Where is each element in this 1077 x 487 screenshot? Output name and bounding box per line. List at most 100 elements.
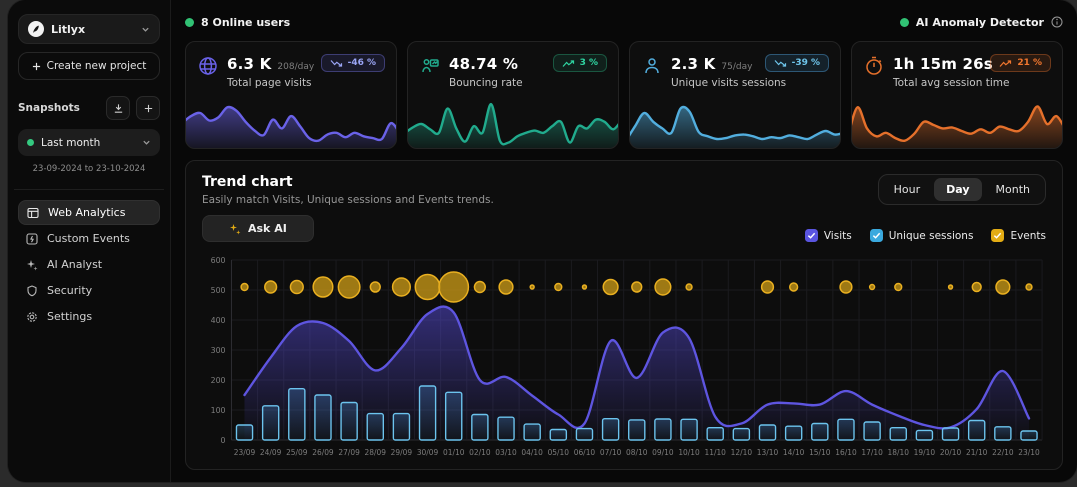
ask-ai-button[interactable]: Ask AI (202, 215, 314, 242)
sidebar-item-settings[interactable]: Settings (18, 304, 160, 329)
events-bubble (603, 280, 618, 295)
online-users-status: 8 Online users (185, 16, 290, 29)
custom-events-icon (26, 233, 38, 245)
events-bubble (972, 283, 981, 292)
x-tick-label: 29/09 (391, 448, 413, 457)
tab-month[interactable]: Month (984, 178, 1042, 201)
trending-up-icon (999, 59, 1012, 68)
web-analytics-icon (27, 207, 39, 219)
snapshot-download-button[interactable] (106, 96, 130, 120)
unique-sessions-bar (838, 419, 854, 440)
unique-sessions-bar (786, 426, 802, 440)
sidebar-item-custom-events[interactable]: Custom Events (18, 226, 160, 251)
x-tick-label: 28/09 (365, 448, 387, 457)
legend-unique-sessions[interactable]: Unique sessions (870, 229, 974, 242)
unique-sessions-bar (916, 430, 932, 440)
check-icon (807, 231, 816, 240)
x-tick-label: 03/10 (495, 448, 517, 457)
unique-sessions-bar (943, 428, 959, 440)
x-tick-label: 19/10 (914, 448, 936, 457)
anomaly-status-dot (900, 18, 909, 27)
sidebar: Litlyx Create new project Snapshots Last… (8, 0, 171, 482)
x-tick-label: 22/10 (992, 448, 1014, 457)
stat-card-total-page-visits: 6.3 K 208/day Total page visits -46 % (185, 41, 397, 149)
online-status-dot (185, 18, 194, 27)
stat-card-avg-session-time: 1h 15m 26s Total avg session time 21 % (851, 41, 1063, 149)
x-tick-label: 06/10 (574, 448, 596, 457)
plus-icon (143, 103, 154, 114)
stat-value: 2.3 K (671, 55, 715, 73)
x-tick-label: 17/10 (861, 448, 883, 457)
unique-sessions-bar (446, 392, 462, 440)
x-tick-label: 18/10 (888, 448, 910, 457)
checkbox-events[interactable] (991, 229, 1004, 242)
unique-sessions-bar (289, 389, 305, 440)
unique-sessions-bar (969, 421, 985, 441)
create-new-project-button[interactable]: Create new project (18, 52, 160, 80)
events-bubble (895, 284, 902, 291)
topbar: 8 Online users AI Anomaly Detector (185, 10, 1063, 34)
events-bubble (996, 280, 1010, 294)
unique-sessions-bar (420, 386, 436, 440)
x-tick-label: 04/10 (521, 448, 543, 457)
checkbox-visits[interactable] (805, 229, 818, 242)
legend-events[interactable]: Events (991, 229, 1046, 242)
events-bubble (290, 281, 303, 294)
unique-sessions-bar (655, 419, 671, 440)
sidebar-item-web-analytics[interactable]: Web Analytics (18, 200, 160, 225)
events-bubble (655, 279, 671, 295)
sidebar-item-security[interactable]: Security (18, 278, 160, 303)
unique-sessions-bar (629, 420, 645, 440)
unique-sessions-bar (812, 424, 828, 441)
unique-sessions-bar (550, 430, 566, 441)
x-tick-label: 05/10 (548, 448, 570, 457)
events-bubble (870, 285, 875, 290)
events-bubble (949, 285, 953, 289)
litlyx-logo-icon (28, 21, 44, 37)
trending-down-icon (774, 59, 787, 68)
download-icon (113, 103, 124, 114)
y-tick-label: 300 (211, 346, 226, 355)
unique-sessions-bar (759, 425, 775, 440)
info-icon[interactable] (1051, 16, 1063, 28)
events-bubble (555, 284, 562, 291)
stat-value: 1h 15m 26s (893, 55, 993, 73)
chevron-down-icon (141, 25, 150, 34)
events-bubble (1026, 284, 1032, 290)
unique-sessions-bar (236, 425, 252, 440)
stat-label: Total avg session time (893, 77, 1009, 89)
unique-sessions-bar (995, 427, 1011, 440)
checkbox-unique-sessions[interactable] (870, 229, 883, 242)
app-window: Litlyx Create new project Snapshots Last… (8, 0, 1077, 482)
events-bubble (499, 280, 513, 294)
events-bubble (313, 277, 333, 297)
sidebar-item-ai-analyst[interactable]: AI Analyst (18, 252, 160, 277)
x-tick-label: 26/09 (312, 448, 334, 457)
bounce-rate-icon (420, 56, 440, 76)
x-tick-label: 21/10 (966, 448, 988, 457)
page-visits-sparkline (185, 96, 397, 149)
tab-hour[interactable]: Hour (882, 178, 933, 201)
x-tick-label: 20/10 (940, 448, 962, 457)
y-tick-label: 0 (221, 436, 226, 445)
x-tick-label: 13/10 (757, 448, 779, 457)
unique-sessions-bar (341, 403, 357, 441)
stat-rate: 208/day (277, 62, 314, 72)
x-tick-label: 15/10 (809, 448, 831, 457)
y-tick-label: 600 (211, 256, 226, 265)
snapshot-add-button[interactable] (136, 96, 160, 120)
events-bubble (686, 284, 692, 290)
stat-card-bouncing-rate: 48.74 % Bouncing rate 3 % (407, 41, 619, 149)
unique-sessions-bar (864, 422, 880, 440)
snapshot-date-range: 23-09-2024 to 23-10-2024 (18, 164, 160, 174)
unique-sessions-bar (707, 428, 723, 440)
events-bubble (265, 281, 277, 293)
legend-visits[interactable]: Visits (805, 229, 852, 242)
events-bubble (393, 278, 411, 296)
tab-day[interactable]: Day (934, 178, 981, 201)
security-icon (26, 285, 38, 297)
x-tick-label: 01/10 (443, 448, 465, 457)
project-selector[interactable]: Litlyx (18, 14, 160, 44)
snapshot-period-select[interactable]: Last month (18, 129, 160, 156)
stat-label: Total page visits (227, 77, 314, 89)
